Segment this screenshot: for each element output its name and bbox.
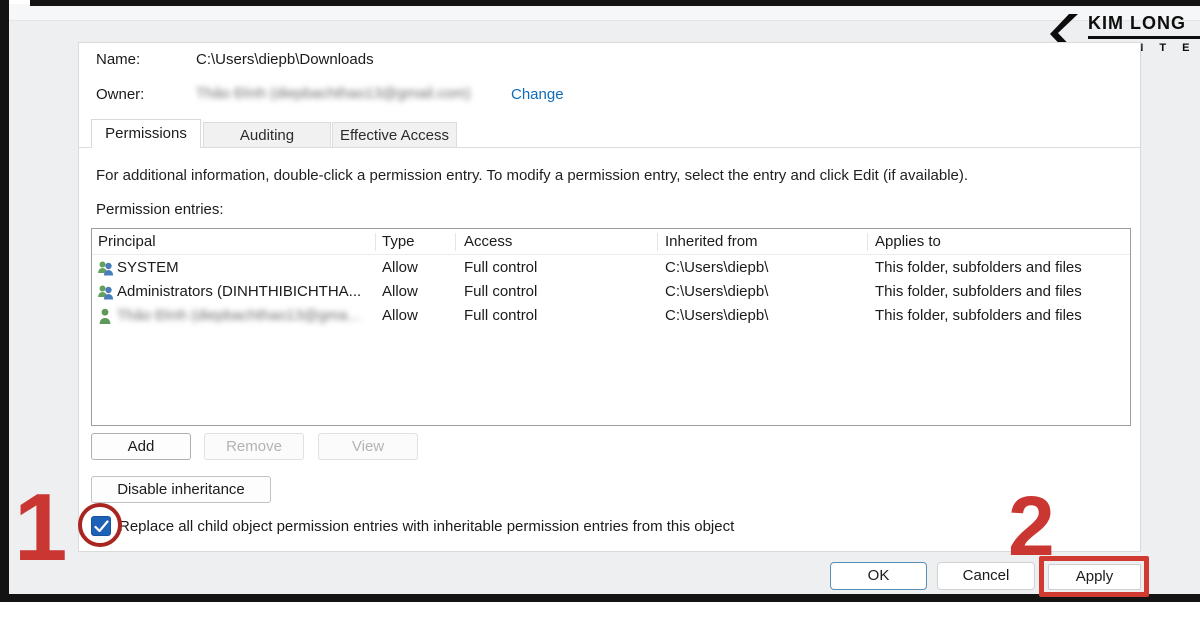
owner-value-redacted: Thảo Đình (diepbachthao13@gmail.com) [196, 85, 471, 102]
advanced-security-dialog: Name: C:\Users\diepb\Downloads Owner: Th… [78, 42, 1141, 552]
tab-strip-divider [79, 147, 1140, 148]
column-separator [867, 233, 868, 251]
crop-frame-left [0, 0, 9, 594]
permission-entries-table: Principal Type Access Inherited from App… [91, 228, 1131, 426]
tab-auditing[interactable]: Auditing [203, 122, 331, 148]
users-group-icon [97, 260, 114, 277]
col-header-type[interactable]: Type [382, 233, 415, 250]
cell-type: Allow [382, 259, 418, 276]
table-row-user[interactable]: Thảo Đình (diepbachthao13@gma... Allow F… [92, 305, 1130, 329]
tab-effective-access[interactable]: Effective Access [332, 122, 457, 148]
cell-principal-redacted: Thảo Đình (diepbachthao13@gma... [117, 307, 360, 324]
cell-principal: SYSTEM [117, 259, 179, 276]
screenshot-stage: KIM LONG C E N T E R Name: C:\Users\diep… [0, 0, 1200, 628]
users-group-icon [97, 284, 114, 301]
table-row-administrators[interactable]: Administrators (DINHTHIBICHTHA... Allow … [92, 281, 1130, 305]
name-label: Name: [96, 51, 140, 68]
user-icon [97, 308, 114, 325]
cell-type: Allow [382, 283, 418, 300]
permission-entries-label: Permission entries: [96, 201, 224, 218]
col-header-applies-to[interactable]: Applies to [875, 233, 941, 250]
name-value: C:\Users\diepb\Downloads [196, 51, 374, 68]
table-body: SYSTEM Allow Full control C:\Users\diepb… [92, 257, 1130, 329]
view-button[interactable]: View [318, 433, 418, 460]
table-header-row: Principal Type Access Inherited from App… [92, 229, 1130, 255]
instruction-text: For additional information, double-click… [96, 167, 1126, 184]
cell-principal: Administrators (DINHTHIBICHTHA... [117, 283, 361, 300]
tab-permissions[interactable]: Permissions [91, 119, 201, 148]
annotation-circle [78, 503, 122, 547]
owner-label: Owner: [96, 86, 144, 103]
cell-applies-to: This folder, subfolders and files [875, 307, 1082, 324]
window-top-band [9, 4, 1200, 21]
cell-access: Full control [464, 307, 537, 324]
cell-access: Full control [464, 283, 537, 300]
crop-frame-top [30, 0, 1200, 6]
annotation-step-2: 2 [1008, 488, 1055, 565]
cell-applies-to: This folder, subfolders and files [875, 259, 1082, 276]
replace-child-permissions-label: Replace all child object permission entr… [119, 518, 734, 535]
change-owner-link[interactable]: Change [511, 86, 564, 103]
table-row-system[interactable]: SYSTEM Allow Full control C:\Users\diepb… [92, 257, 1130, 281]
remove-button[interactable]: Remove [204, 433, 304, 460]
crop-frame-bottom [0, 594, 1200, 602]
column-separator [375, 233, 376, 251]
cell-inherited-from: C:\Users\diepb\ [665, 283, 768, 300]
cell-applies-to: This folder, subfolders and files [875, 283, 1082, 300]
disable-inheritance-button[interactable]: Disable inheritance [91, 476, 271, 503]
annotation-step-1: 1 [14, 484, 67, 572]
add-button[interactable]: Add [91, 433, 191, 460]
column-separator [455, 233, 456, 251]
col-header-principal[interactable]: Principal [98, 233, 156, 250]
annotation-apply-highlight-box [1039, 556, 1149, 597]
cell-access: Full control [464, 259, 537, 276]
column-separator [657, 233, 658, 251]
col-header-inherited-from[interactable]: Inherited from [665, 233, 758, 250]
cell-inherited-from: C:\Users\diepb\ [665, 307, 768, 324]
cell-inherited-from: C:\Users\diepb\ [665, 259, 768, 276]
ok-button[interactable]: OK [830, 562, 927, 590]
col-header-access[interactable]: Access [464, 233, 512, 250]
cell-type: Allow [382, 307, 418, 324]
watermark-brand-text: KIM LONG [1088, 13, 1200, 39]
